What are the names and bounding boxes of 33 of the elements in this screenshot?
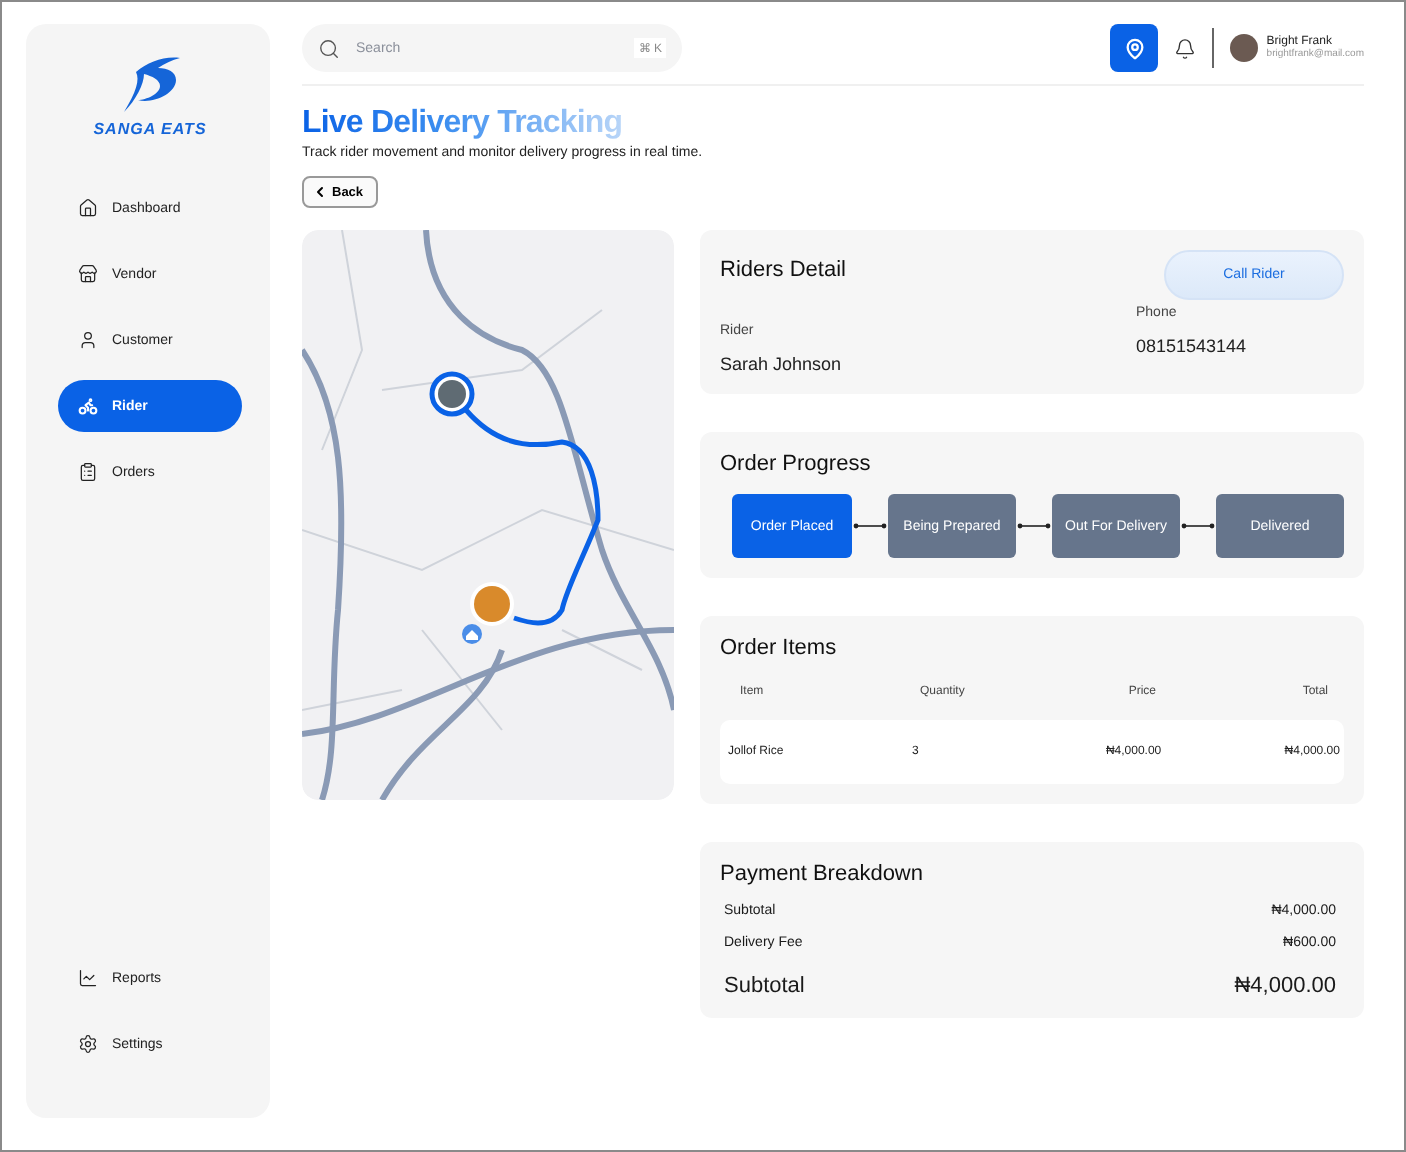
- step-connector: [1016, 522, 1052, 530]
- search-icon: [318, 37, 340, 59]
- step-connector: [1180, 522, 1216, 530]
- chart-icon: [78, 968, 98, 988]
- payment-label: Subtotal: [724, 974, 805, 998]
- home-marker-icon: [462, 624, 482, 644]
- store-icon: [78, 264, 98, 284]
- brand-name: SANGA EATS: [93, 120, 207, 138]
- bike-icon: [78, 396, 98, 416]
- gear-icon: [78, 1034, 98, 1054]
- street-line: [302, 689, 403, 711]
- street-line: [561, 629, 643, 671]
- user-icon: [78, 330, 98, 350]
- card-title: Payment Breakdown: [720, 862, 925, 886]
- rider-marker[interactable]: [429, 371, 475, 417]
- location-button[interactable]: [1110, 24, 1159, 72]
- phone-number: 08151543144: [1136, 336, 1249, 356]
- card-title: Order Progress: [720, 452, 873, 476]
- payment-amount: ₦4,000.00: [1234, 974, 1336, 998]
- user-avatar[interactable]: [1230, 34, 1259, 62]
- home-icon: [78, 198, 98, 218]
- clipboard-icon: [78, 462, 98, 482]
- chevron-left-icon: [312, 184, 328, 200]
- street-line: [421, 629, 503, 731]
- bell-icon: [1174, 37, 1197, 59]
- step-connector: [852, 522, 888, 530]
- rider-name: Sarah Johnson: [720, 354, 842, 374]
- page-title: Live Delivery Tracking: [302, 106, 623, 142]
- customer-marker[interactable]: [470, 582, 514, 626]
- card-title: Order Items: [720, 636, 839, 660]
- location-pin-icon: [1123, 37, 1146, 59]
- notifications-button[interactable]: [1174, 37, 1197, 59]
- card-title: Riders Detail: [720, 258, 846, 282]
